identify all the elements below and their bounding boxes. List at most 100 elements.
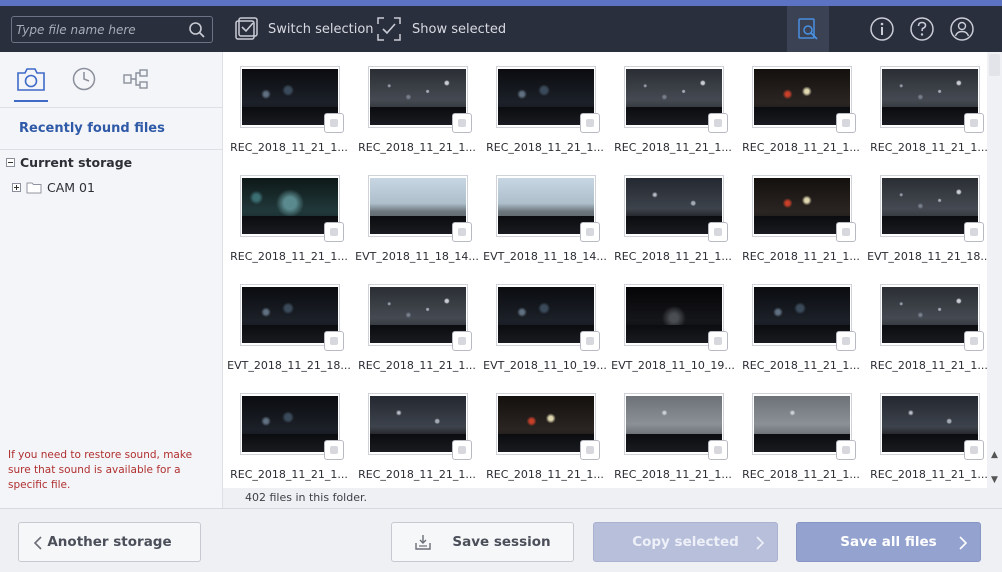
tab-file-tree[interactable]	[119, 62, 153, 96]
save-all-files-label: Save all files	[840, 534, 937, 550]
file-checkbox[interactable]	[836, 440, 856, 460]
file-tile[interactable]: REC_2018_11_21_1...	[737, 379, 865, 481]
file-checkbox[interactable]	[452, 222, 472, 242]
switch-selection-label: Switch selection	[268, 21, 374, 37]
scroll-down-arrow-icon[interactable]: ▼	[987, 472, 1002, 487]
file-tile[interactable]: REC_2018_11_21_1...	[737, 161, 865, 263]
file-name: REC_2018_11_21_1...	[486, 141, 604, 154]
vertical-scrollbar[interactable]: ▲ ▼	[987, 52, 1002, 488]
chevron-left-icon	[33, 536, 42, 550]
file-name: REC_2018_11_21_1...	[230, 468, 348, 481]
file-checkbox[interactable]	[836, 113, 856, 133]
file-name: REC_2018_11_21_1...	[230, 141, 348, 154]
chevron-right-icon	[756, 536, 765, 550]
file-checkbox[interactable]	[836, 331, 856, 351]
file-checkbox[interactable]	[452, 331, 472, 351]
show-selected-label: Show selected	[412, 21, 507, 37]
save-all-files-button[interactable]: Save all files	[796, 522, 981, 562]
tab-photos[interactable]	[14, 62, 48, 102]
tree-item-current-storage[interactable]: Current storage	[6, 155, 132, 170]
save-session-label: Save session	[452, 534, 551, 550]
file-name: EVT_2018_11_18_14...	[355, 250, 479, 263]
file-checkbox[interactable]	[964, 113, 984, 133]
switch-selection-icon	[235, 17, 258, 40]
file-checkbox[interactable]	[708, 222, 728, 242]
file-name: REC_2018_11_21_1...	[742, 250, 860, 263]
file-checkbox[interactable]	[964, 440, 984, 460]
tree-child-label: CAM 01	[47, 180, 95, 195]
file-name: REC_2018_11_21_1...	[358, 141, 476, 154]
file-tile[interactable]: REC_2018_11_21_1...	[609, 52, 737, 154]
file-name: EVT_2018_11_10_19...	[483, 359, 607, 372]
file-checkbox[interactable]	[964, 222, 984, 242]
file-checkbox[interactable]	[580, 331, 600, 351]
file-tile[interactable]: REC_2018_11_21_1...	[353, 379, 481, 481]
file-search-icon	[798, 18, 818, 40]
file-checkbox[interactable]	[836, 222, 856, 242]
file-checkbox[interactable]	[708, 331, 728, 351]
file-name: EVT_2018_11_10_19...	[611, 359, 735, 372]
file-tile[interactable]: REC_2018_11_21_1...	[225, 379, 353, 481]
file-checkbox[interactable]	[580, 440, 600, 460]
file-tile[interactable]: REC_2018_11_21_1...	[225, 52, 353, 154]
search-input[interactable]	[16, 21, 184, 39]
recently-found-files-link[interactable]: Recently found files	[0, 108, 223, 150]
file-tile[interactable]: EVT_2018_11_21_18...	[225, 270, 353, 372]
file-tile[interactable]: EVT_2018_11_18_14...	[481, 161, 609, 263]
tree-item-cam-01[interactable]: CAM 01	[12, 180, 95, 195]
search-box[interactable]	[11, 16, 213, 43]
search-icon[interactable]	[188, 21, 206, 39]
file-tile[interactable]: EVT_2018_11_18_14...	[353, 161, 481, 263]
file-tile[interactable]: REC_2018_11_21_1...	[353, 52, 481, 154]
file-tile[interactable]: REC_2018_11_21_1...	[865, 379, 987, 481]
file-checkbox[interactable]	[324, 440, 344, 460]
file-name: REC_2018_11_21_1...	[614, 141, 732, 154]
file-name: REC_2018_11_21_1...	[870, 141, 987, 154]
file-tile[interactable]: REC_2018_11_21_1...	[865, 270, 987, 372]
file-checkbox[interactable]	[452, 113, 472, 133]
file-checkbox[interactable]	[452, 440, 472, 460]
file-tile[interactable]: REC_2018_11_21_1...	[481, 379, 609, 481]
file-name: EVT_2018_11_18_14...	[483, 250, 607, 263]
account-icon[interactable]	[949, 16, 975, 42]
another-storage-button[interactable]: Another storage	[18, 522, 201, 562]
file-preview-toggle[interactable]	[787, 6, 829, 52]
file-checkbox[interactable]	[708, 440, 728, 460]
file-tile[interactable]: REC_2018_11_21_1...	[481, 52, 609, 154]
tab-by-date[interactable]	[67, 62, 101, 96]
file-tile[interactable]: REC_2018_11_21_1...	[609, 379, 737, 481]
file-tile[interactable]: EVT_2018_11_10_19...	[481, 270, 609, 372]
scroll-up-arrow-icon[interactable]: ▲	[987, 447, 1002, 462]
file-checkbox[interactable]	[964, 331, 984, 351]
file-checkbox[interactable]	[324, 331, 344, 351]
file-tile[interactable]: REC_2018_11_21_1...	[737, 52, 865, 154]
status-bar: 402 files in this folder.	[223, 488, 1002, 508]
file-checkbox[interactable]	[580, 222, 600, 242]
save-session-button[interactable]: Save session	[391, 522, 574, 562]
file-tile[interactable]: REC_2018_11_21_1...	[353, 270, 481, 372]
show-selected-button[interactable]: Show selected	[376, 6, 506, 52]
file-tile[interactable]: REC_2018_11_21_1...	[225, 161, 353, 263]
file-name: REC_2018_11_21_1...	[742, 359, 860, 372]
file-tile[interactable]: EVT_2018_11_10_19...	[609, 270, 737, 372]
file-checkbox[interactable]	[324, 113, 344, 133]
file-tile[interactable]: EVT_2018_11_21_18...	[865, 161, 987, 263]
collapse-icon[interactable]	[6, 158, 15, 167]
file-checkbox[interactable]	[580, 113, 600, 133]
scrollbar-thumb[interactable]	[989, 54, 1000, 76]
copy-selected-button[interactable]: Copy selected	[593, 522, 778, 562]
file-tile[interactable]: REC_2018_11_21_1...	[865, 52, 987, 154]
help-icon[interactable]	[909, 16, 935, 42]
file-tile[interactable]: REC_2018_11_21_1...	[737, 270, 865, 372]
info-icon[interactable]	[869, 16, 895, 42]
app-window: Switch selection Show selected	[0, 0, 1002, 572]
file-name: REC_2018_11_21_1...	[742, 141, 860, 154]
file-checkbox[interactable]	[324, 222, 344, 242]
tree-root-label: Current storage	[20, 155, 133, 170]
switch-selection-button[interactable]: Switch selection	[234, 6, 374, 52]
file-checkbox[interactable]	[708, 113, 728, 133]
expand-icon[interactable]	[12, 183, 21, 192]
file-name: REC_2018_11_21_1...	[230, 250, 348, 263]
file-name: REC_2018_11_21_1...	[870, 468, 987, 481]
file-tile[interactable]: REC_2018_11_21_1...	[609, 161, 737, 263]
